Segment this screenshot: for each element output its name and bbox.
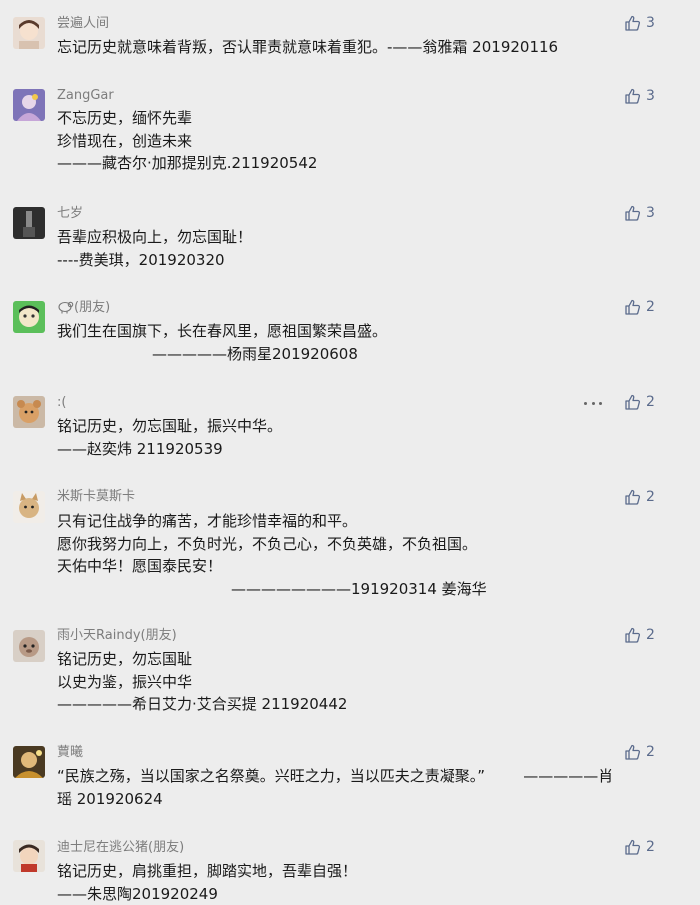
avatar[interactable] xyxy=(13,746,45,778)
comment-line: 吾辈应积极向上，勿忘国耻！ xyxy=(57,228,253,246)
like-button[interactable]: 2 xyxy=(624,742,655,762)
commenter-name[interactable]: 蕒曦 xyxy=(57,744,83,762)
comment-line: ——朱思陶201920249 xyxy=(57,884,218,903)
like-button[interactable]: 2 xyxy=(624,297,655,317)
commenter-name[interactable]: 雨小天Raindy(朋友) xyxy=(57,627,177,645)
thumbs-up-icon xyxy=(624,299,641,316)
like-count: 2 xyxy=(646,489,655,505)
comment-text: 只有记住战争的痛苦，才能珍惜幸福的和平。 愿你我努力向上，不负时光，不负己心，不… xyxy=(57,510,487,600)
like-count: 3 xyxy=(646,205,655,221)
avatar[interactable] xyxy=(13,840,45,872)
comment-line: 只有记住战争的痛苦，才能珍惜幸福的和平。 xyxy=(57,512,358,530)
avatar[interactable] xyxy=(13,301,45,333)
comment-line: 愿你我努力向上，不负时光，不负己心，不负英雄，不负祖国。 xyxy=(57,534,478,553)
like-button[interactable]: 2 xyxy=(624,392,655,412)
comment-line: 铭记历史，勿忘国耻 xyxy=(57,650,193,668)
comment-line: 天佑中华！愿国泰民安！ xyxy=(57,557,223,575)
thumbs-up-icon xyxy=(624,744,641,761)
comment-line: 我们生在国旗下，长在春风里，愿祖国繁荣昌盛。 xyxy=(57,322,388,340)
more-options-icon[interactable] xyxy=(584,398,602,408)
comment-text: 不忘历史，缅怀先辈 珍惜现在，创造未来 ———藏杏尔·加那提别克.2119205… xyxy=(57,107,317,175)
thumbs-up-icon xyxy=(624,88,641,105)
avatar[interactable] xyxy=(13,630,45,662)
comment-line: —————希日艾力·艾合买提 211920442 xyxy=(57,695,348,713)
commenter-name[interactable]: ZangGar xyxy=(57,87,114,105)
like-count: 2 xyxy=(646,299,655,315)
thumbs-up-icon xyxy=(624,627,641,644)
like-count: 3 xyxy=(646,15,655,31)
like-count: 2 xyxy=(646,627,655,643)
comment-text: 我们生在国旗下，长在春风里，愿祖国繁荣昌盛。 —————杨雨星201920608 xyxy=(57,320,387,365)
comment-line: —————杨雨星201920608 xyxy=(152,344,358,363)
commenter-name[interactable]: 迪士尼在逃公猪(朋友) xyxy=(57,839,184,857)
thumbs-up-icon xyxy=(624,205,641,222)
comment-text: 铭记历史，勿忘国耻 以史为鉴，振兴中华 —————希日艾力·艾合买提 21192… xyxy=(57,648,347,716)
comment-line: 不忘历史，缅怀先辈 xyxy=(57,109,193,127)
comment-line: ———藏杏尔·加那提别克.211920542 xyxy=(57,154,318,172)
comment-text: 铭记历史，肩挑重担，脚踏实地，吾辈自强！ ——朱思陶201920249 xyxy=(57,860,357,905)
comment-line: 铭记历史，勿忘国耻，振兴中华。 xyxy=(57,417,283,435)
comment-line: ————————191920314 姜海华 xyxy=(231,579,487,598)
comment-text: 忘记历史就意味着背叛，否认罪责就意味着重犯。-——翁雅霜 201920116 xyxy=(57,36,558,59)
comment-line: ----费美琪，201920320 xyxy=(57,250,225,269)
thumbs-up-icon xyxy=(624,15,641,32)
sheep-emoji-icon xyxy=(57,299,74,320)
comment-text: 铭记历史，勿忘国耻，振兴中华。 ——赵奕炜 211920539 xyxy=(57,415,282,460)
like-count: 2 xyxy=(646,394,655,410)
comment-line: ——赵奕炜 211920539 xyxy=(57,439,223,458)
commenter-name[interactable]: :( xyxy=(57,394,66,412)
avatar[interactable] xyxy=(13,491,45,523)
friend-tag: (朋友) xyxy=(74,300,111,315)
like-button[interactable]: 2 xyxy=(624,625,655,645)
avatar[interactable] xyxy=(13,396,45,428)
thumbs-up-icon xyxy=(624,489,641,506)
like-button[interactable]: 2 xyxy=(624,837,655,857)
thumbs-up-icon xyxy=(624,839,641,856)
like-count: 3 xyxy=(646,88,655,104)
comment-line: 铭记历史，肩挑重担，脚踏实地，吾辈自强！ xyxy=(57,862,358,880)
like-button[interactable]: 2 xyxy=(624,487,655,507)
comment-text: 吾辈应积极向上，勿忘国耻！ ----费美琪，201920320 xyxy=(57,226,252,271)
avatar[interactable] xyxy=(13,207,45,239)
like-button[interactable]: 3 xyxy=(624,86,655,106)
comment-line: 瑶 201920624 xyxy=(57,789,163,808)
like-count: 2 xyxy=(646,744,655,760)
comment-line: 忘记历史就意味着背叛，否认罪责就意味着重犯。-——翁雅霜 201920116 xyxy=(57,38,559,56)
comment-line: “民族之殇，当以国家之名祭奠。兴旺之力，当以匹夫之责凝聚。” —————肖 xyxy=(57,767,614,785)
comment-line: 以史为鉴，振兴中华 xyxy=(57,672,193,691)
commenter-name[interactable]: (朋友) xyxy=(57,299,110,320)
avatar[interactable] xyxy=(13,17,45,49)
like-button[interactable]: 3 xyxy=(624,203,655,223)
comment-line: 珍惜现在，创造未来 xyxy=(57,131,193,150)
commenter-name[interactable]: 米斯卡莫斯卡 xyxy=(57,488,135,506)
comment-text: “民族之殇，当以国家之名祭奠。兴旺之力，当以匹夫之责凝聚。” —————肖 瑶 … xyxy=(57,765,613,810)
thumbs-up-icon xyxy=(624,394,641,411)
like-button[interactable]: 3 xyxy=(624,13,655,33)
avatar[interactable] xyxy=(13,89,45,121)
commenter-name[interactable]: 尝遍人间 xyxy=(57,15,109,33)
like-count: 2 xyxy=(646,839,655,855)
commenter-name[interactable]: 七岁 xyxy=(57,205,83,223)
